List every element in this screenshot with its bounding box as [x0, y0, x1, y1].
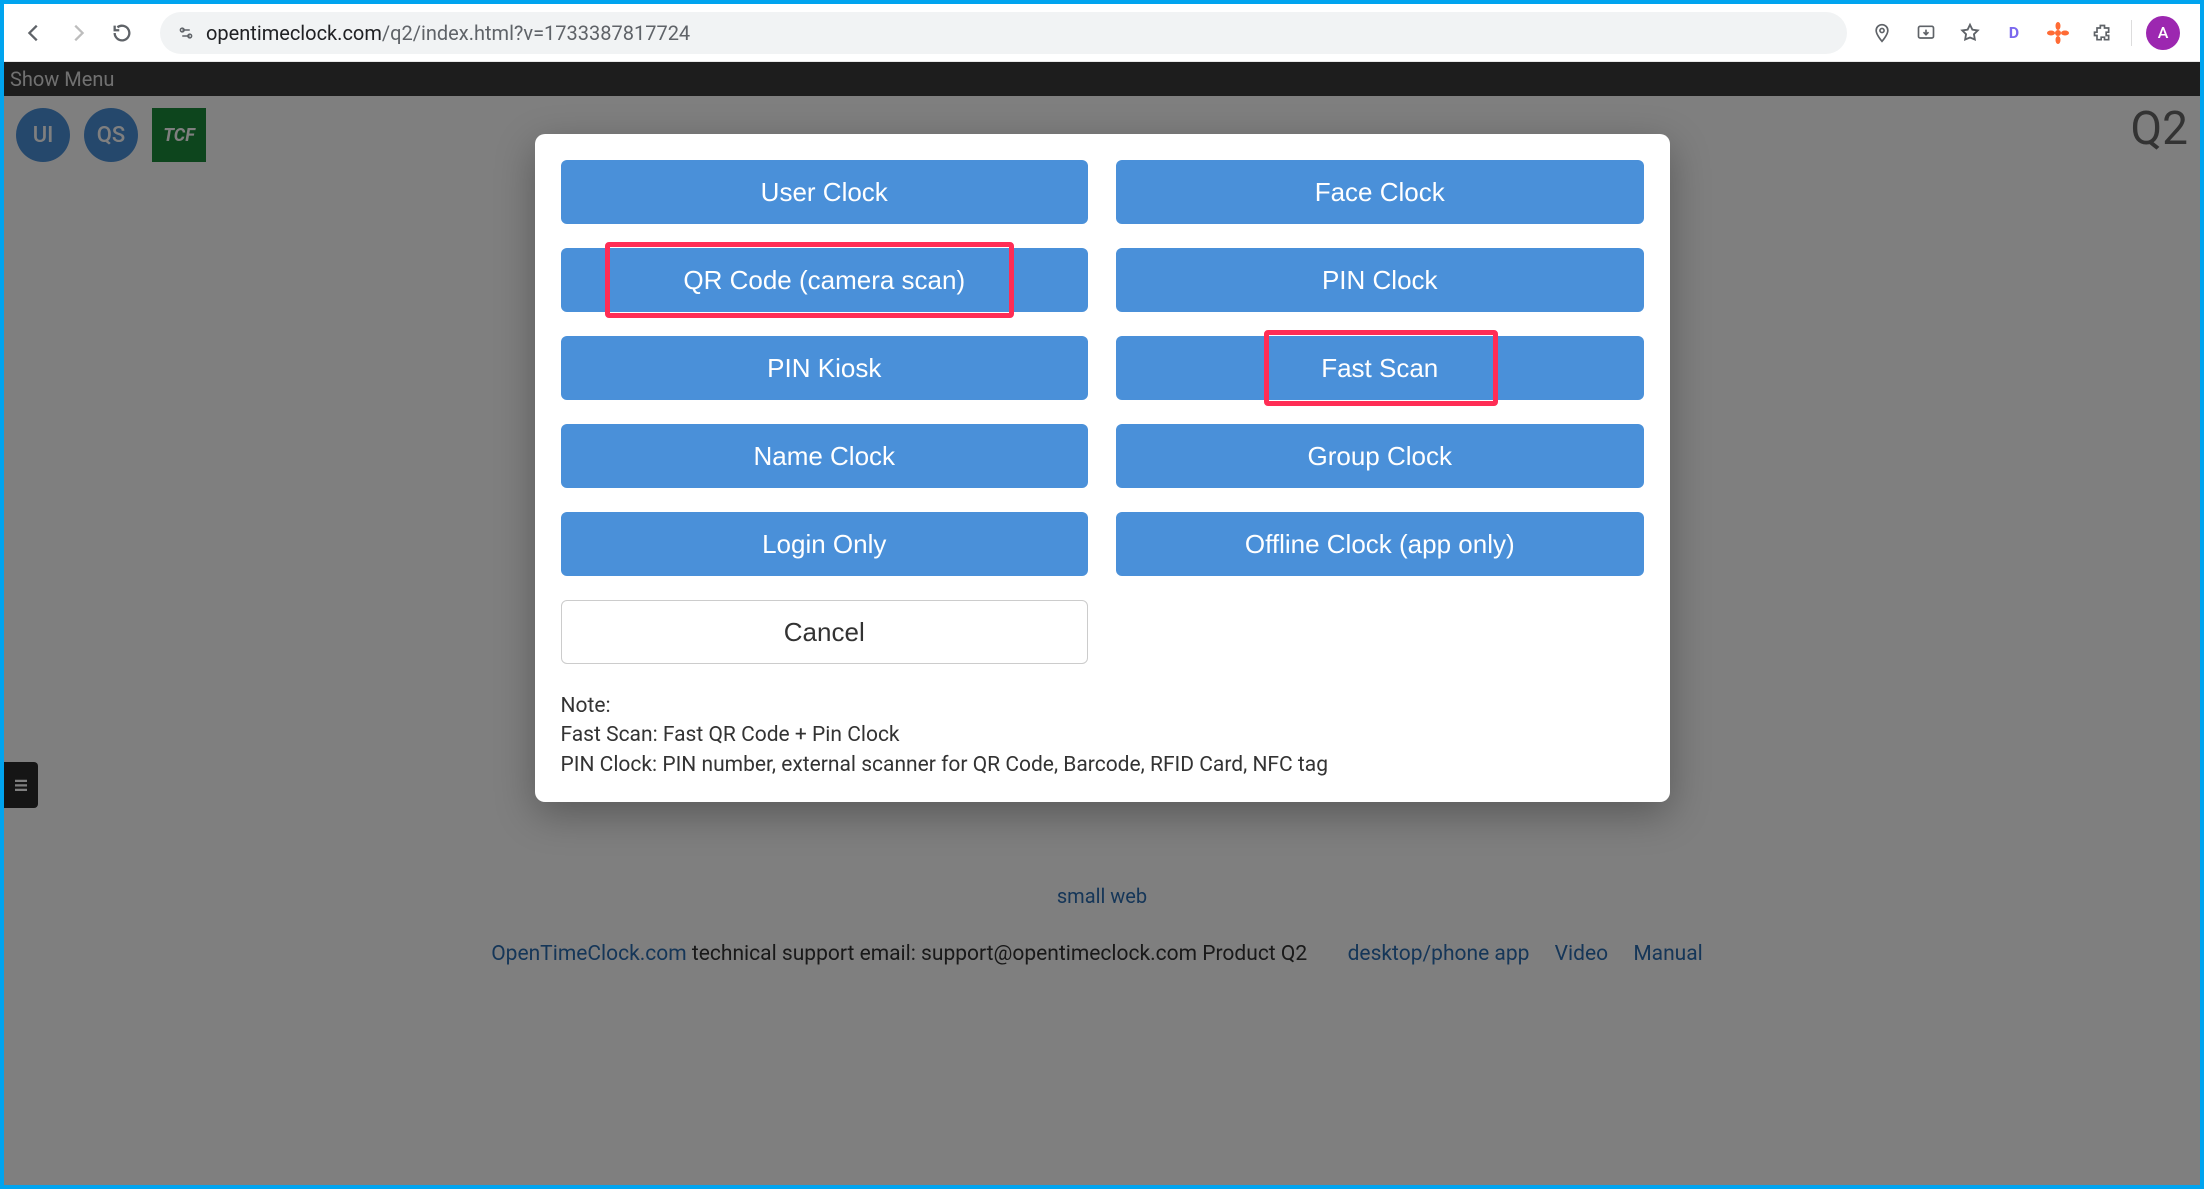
reload-button[interactable] [104, 15, 140, 51]
extension-flower-icon[interactable] [2043, 18, 2073, 48]
pin-kiosk-button[interactable]: PIN Kiosk [561, 336, 1089, 400]
user-clock-button[interactable]: User Clock [561, 160, 1089, 224]
fast-scan-button[interactable]: Fast Scan [1116, 336, 1644, 400]
profile-avatar[interactable]: A [2146, 16, 2180, 50]
cancel-button[interactable]: Cancel [561, 600, 1089, 664]
chrome-actions: D A [1867, 16, 2188, 50]
face-clock-button[interactable]: Face Clock [1116, 160, 1644, 224]
qr-code-button-label: QR Code (camera scan) [683, 265, 965, 296]
note-line-1: Fast Scan: Fast QR Code + Pin Clock [561, 721, 1644, 750]
install-icon[interactable] [1911, 18, 1941, 48]
pin-clock-button[interactable]: PIN Clock [1116, 248, 1644, 312]
offline-clock-button[interactable]: Offline Clock (app only) [1116, 512, 1644, 576]
extensions-puzzle-icon[interactable] [2087, 18, 2117, 48]
empty-cell [1116, 600, 1644, 664]
modal-note: Note: Fast Scan: Fast QR Code + Pin Cloc… [561, 692, 1644, 780]
divider [2131, 20, 2132, 46]
note-line-2: PIN Clock: PIN number, external scanner … [561, 751, 1644, 780]
forward-button[interactable] [60, 15, 96, 51]
fast-scan-button-label: Fast Scan [1321, 353, 1438, 384]
browser-toolbar: opentimeclock.com/q2/index.html?v=173338… [4, 4, 2200, 62]
name-clock-button[interactable]: Name Clock [561, 424, 1089, 488]
url-text: opentimeclock.com/q2/index.html?v=173338… [206, 21, 690, 45]
bookmark-star-icon[interactable] [1955, 18, 1985, 48]
qr-code-button[interactable]: QR Code (camera scan) [561, 248, 1089, 312]
note-title: Note: [561, 692, 1644, 721]
url-bar[interactable]: opentimeclock.com/q2/index.html?v=173338… [160, 12, 1847, 54]
location-icon[interactable] [1867, 18, 1897, 48]
clock-mode-modal: User Clock Face Clock QR Code (camera sc… [535, 134, 1670, 802]
modal-overlay: User Clock Face Clock QR Code (camera sc… [4, 62, 2200, 1185]
extension-d-icon[interactable]: D [1999, 18, 2029, 48]
login-only-button[interactable]: Login Only [561, 512, 1089, 576]
site-info-icon[interactable] [176, 23, 196, 43]
group-clock-button[interactable]: Group Clock [1116, 424, 1644, 488]
back-button[interactable] [16, 15, 52, 51]
